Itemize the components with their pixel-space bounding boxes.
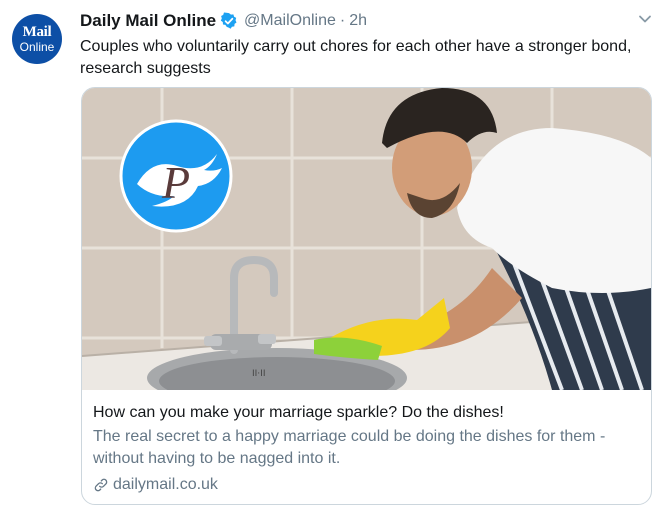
card-domain-text: dailymail.co.uk — [113, 476, 218, 493]
card-title[interactable]: How can you make your marriage sparkle? … — [93, 402, 643, 424]
author-name[interactable]: Daily Mail Online — [80, 11, 216, 31]
avatar[interactable]: Mail Online — [12, 14, 62, 64]
avatar-line2: Online — [19, 40, 55, 54]
card-body: How can you make your marriage sparkle? … — [93, 402, 643, 496]
chevron-down-icon[interactable] — [638, 12, 652, 26]
link-icon — [94, 478, 108, 492]
sink-label: II·II — [252, 369, 265, 379]
card-image[interactable]: II·II P — [82, 88, 651, 390]
separator-dot: · — [339, 12, 346, 29]
tweet[interactable]: Mail Online Daily Mail Online @MailOnlin… — [0, 0, 668, 517]
svg-text:P: P — [161, 157, 190, 208]
author-handle[interactable]: @MailOnline — [244, 12, 336, 30]
card-description: The real secret to a happy marriage coul… — [93, 428, 606, 467]
avatar-line1: Mail — [22, 24, 52, 40]
tweet-timestamp[interactable]: 2h — [349, 12, 367, 30]
link-card[interactable]: II·II P How can you make your marriage s… — [81, 87, 652, 505]
verified-badge-icon — [220, 12, 238, 30]
tweet-header: Daily Mail Online @MailOnline · 2h — [80, 10, 367, 32]
card-photo: II·II P — [82, 88, 651, 390]
tweet-text: Couples who voluntarily carry out chores… — [80, 38, 632, 77]
card-domain[interactable]: dailymail.co.uk — [93, 474, 643, 496]
